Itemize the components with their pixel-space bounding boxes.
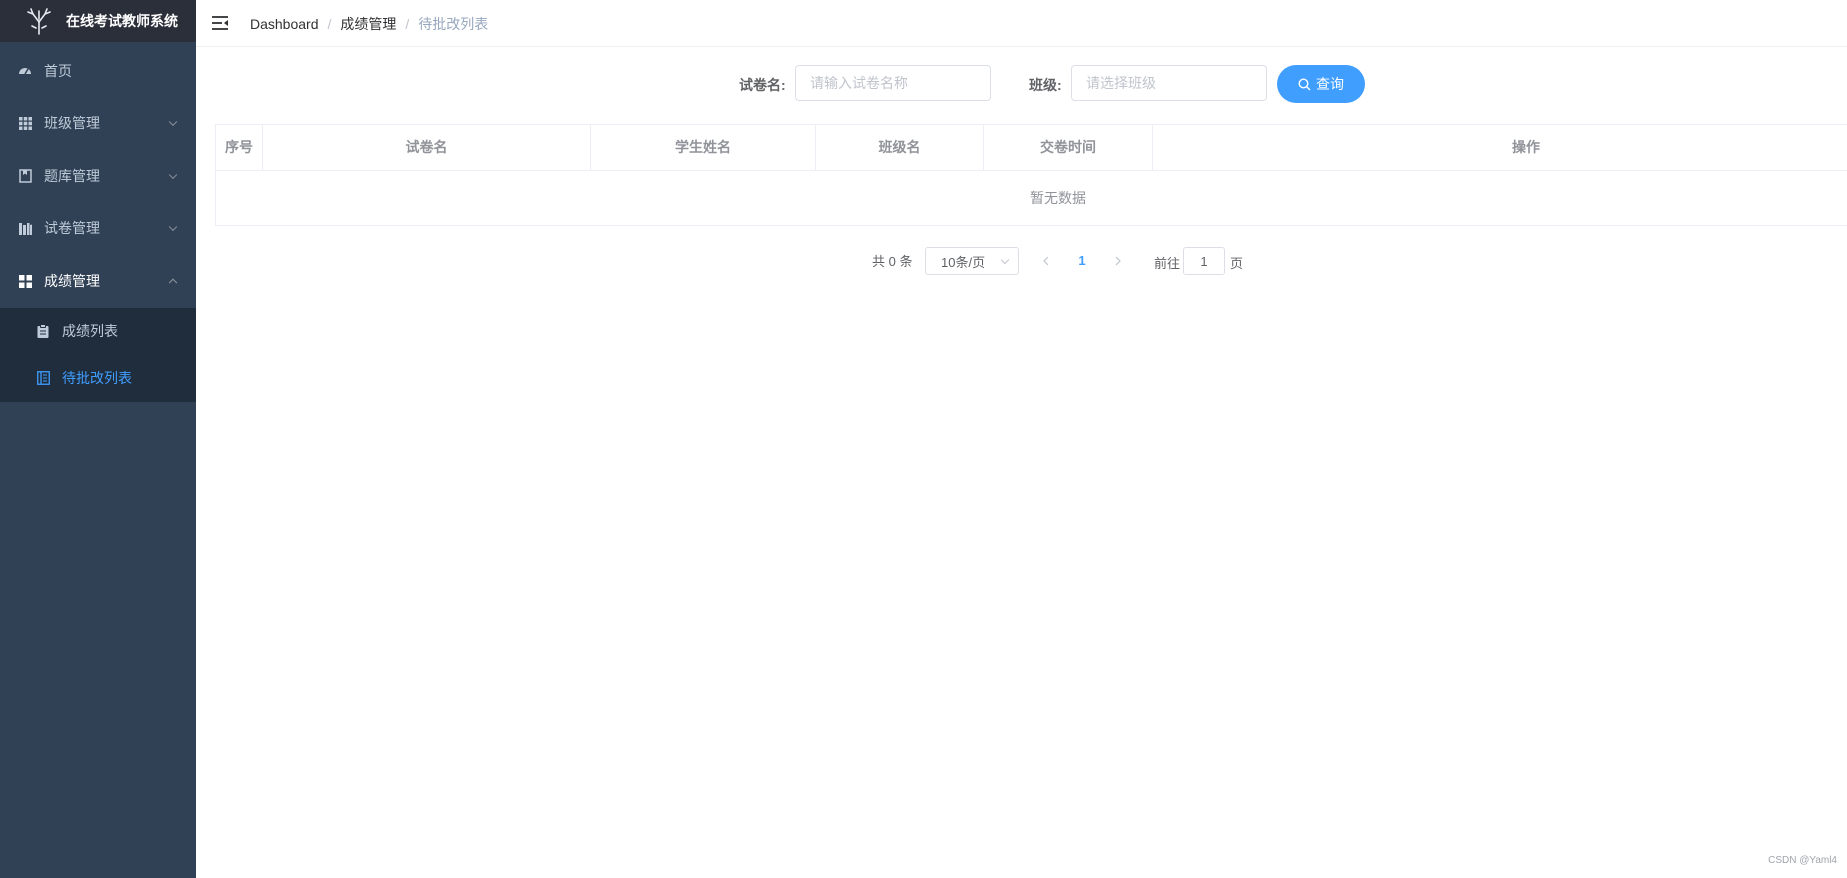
- column-header-submit-time: 交卷时间: [984, 125, 1153, 170]
- chevron-down-icon: [168, 170, 178, 180]
- sidebar-item-label: 题库管理: [44, 168, 100, 184]
- sidebar-item-class-management[interactable]: 班级管理: [0, 97, 196, 149]
- sidebar-item-pending-grading[interactable]: 待批改列表: [0, 355, 196, 401]
- book-icon: [18, 169, 32, 183]
- paper-name-input[interactable]: [795, 65, 991, 101]
- search-icon: [1298, 77, 1311, 90]
- page-unit-label: 页: [1230, 256, 1244, 271]
- breadcrumb-separator: /: [405, 16, 410, 32]
- table-empty-text: 暂无数据: [1030, 190, 1086, 206]
- chevron-down-icon: [168, 222, 178, 232]
- sidebar-item-label: 成绩管理: [44, 273, 100, 289]
- class-select[interactable]: [1071, 65, 1267, 101]
- breadcrumb-separator: /: [327, 16, 332, 32]
- sidebar-subitem-label: 成绩列表: [62, 323, 118, 339]
- hamburger-icon[interactable]: [211, 14, 229, 32]
- sidebar-subitem-label: 待批改列表: [62, 370, 132, 386]
- next-page-button[interactable]: [1104, 247, 1132, 275]
- breadcrumb-dashboard[interactable]: Dashboard: [250, 16, 319, 32]
- goto-page-input[interactable]: [1183, 247, 1225, 275]
- pending-grading-table: 序号 试卷名 学生姓名 班级名 交卷时间 操作 暂无数据: [215, 124, 1847, 226]
- class-label: 班级:: [1029, 77, 1062, 93]
- document-icon: [36, 371, 50, 385]
- watermark: CSDN @Yaml4: [1768, 855, 1837, 866]
- goto-label: 前往: [1154, 256, 1181, 271]
- sidebar-item-question-bank[interactable]: 题库管理: [0, 150, 196, 202]
- chevron-up-icon: [168, 278, 178, 288]
- prev-page-button[interactable]: [1032, 247, 1060, 275]
- query-button[interactable]: 查询: [1277, 65, 1365, 103]
- column-header-student-name: 学生姓名: [591, 125, 816, 170]
- column-header-class-name: 班级名: [816, 125, 984, 170]
- breadcrumb-grade-management: 成绩管理: [340, 16, 397, 32]
- sidebar-item-label: 首页: [44, 63, 72, 79]
- page-size-select[interactable]: 10条/页: [925, 247, 1019, 275]
- pagination-total: 共 0 条: [872, 254, 913, 269]
- sidebar-item-label: 班级管理: [44, 115, 100, 131]
- breadcrumb: Dashboard / 成绩管理 / 待批改列表: [250, 14, 488, 34]
- apps-icon: [18, 274, 32, 288]
- library-icon: [18, 221, 32, 235]
- clipboard-icon: [36, 324, 50, 338]
- page-size-value: 10条/页: [941, 254, 986, 270]
- column-header-actions: 操作: [1512, 139, 1540, 155]
- grid-icon: [18, 116, 32, 130]
- sidebar: 在线考试教师系统 首页 班级管理 题库管理 试卷管理 成绩管理 成绩列表 待批改…: [0, 0, 196, 878]
- chevron-right-icon: [1115, 256, 1121, 266]
- dashboard-icon: [18, 64, 32, 78]
- submenu-grade-management: 成绩列表 待批改列表: [0, 308, 196, 402]
- sidebar-item-home[interactable]: 首页: [0, 45, 196, 97]
- table-header: 序号 试卷名 学生姓名 班级名 交卷时间 操作: [216, 125, 1847, 171]
- logo[interactable]: 在线考试教师系统: [0, 0, 196, 42]
- logo-icon: [27, 8, 51, 35]
- chevron-down-icon: [1000, 255, 1010, 265]
- column-header-paper-name: 试卷名: [263, 125, 591, 170]
- sidebar-item-label: 试卷管理: [44, 220, 100, 236]
- breadcrumb-current: 待批改列表: [418, 16, 489, 32]
- page-number-current[interactable]: 1: [1068, 247, 1096, 275]
- sidebar-item-paper-management[interactable]: 试卷管理: [0, 202, 196, 254]
- app-title: 在线考试教师系统: [66, 13, 178, 29]
- chevron-left-icon: [1043, 256, 1049, 266]
- sidebar-item-grade-list[interactable]: 成绩列表: [0, 308, 196, 354]
- query-button-label: 查询: [1316, 76, 1344, 92]
- chevron-down-icon: [168, 117, 178, 127]
- sidebar-item-grade-management[interactable]: 成绩管理: [0, 255, 196, 307]
- navbar: Dashboard / 成绩管理 / 待批改列表: [196, 0, 1847, 47]
- paper-name-label: 试卷名:: [739, 77, 786, 93]
- column-header-index: 序号: [216, 125, 263, 170]
